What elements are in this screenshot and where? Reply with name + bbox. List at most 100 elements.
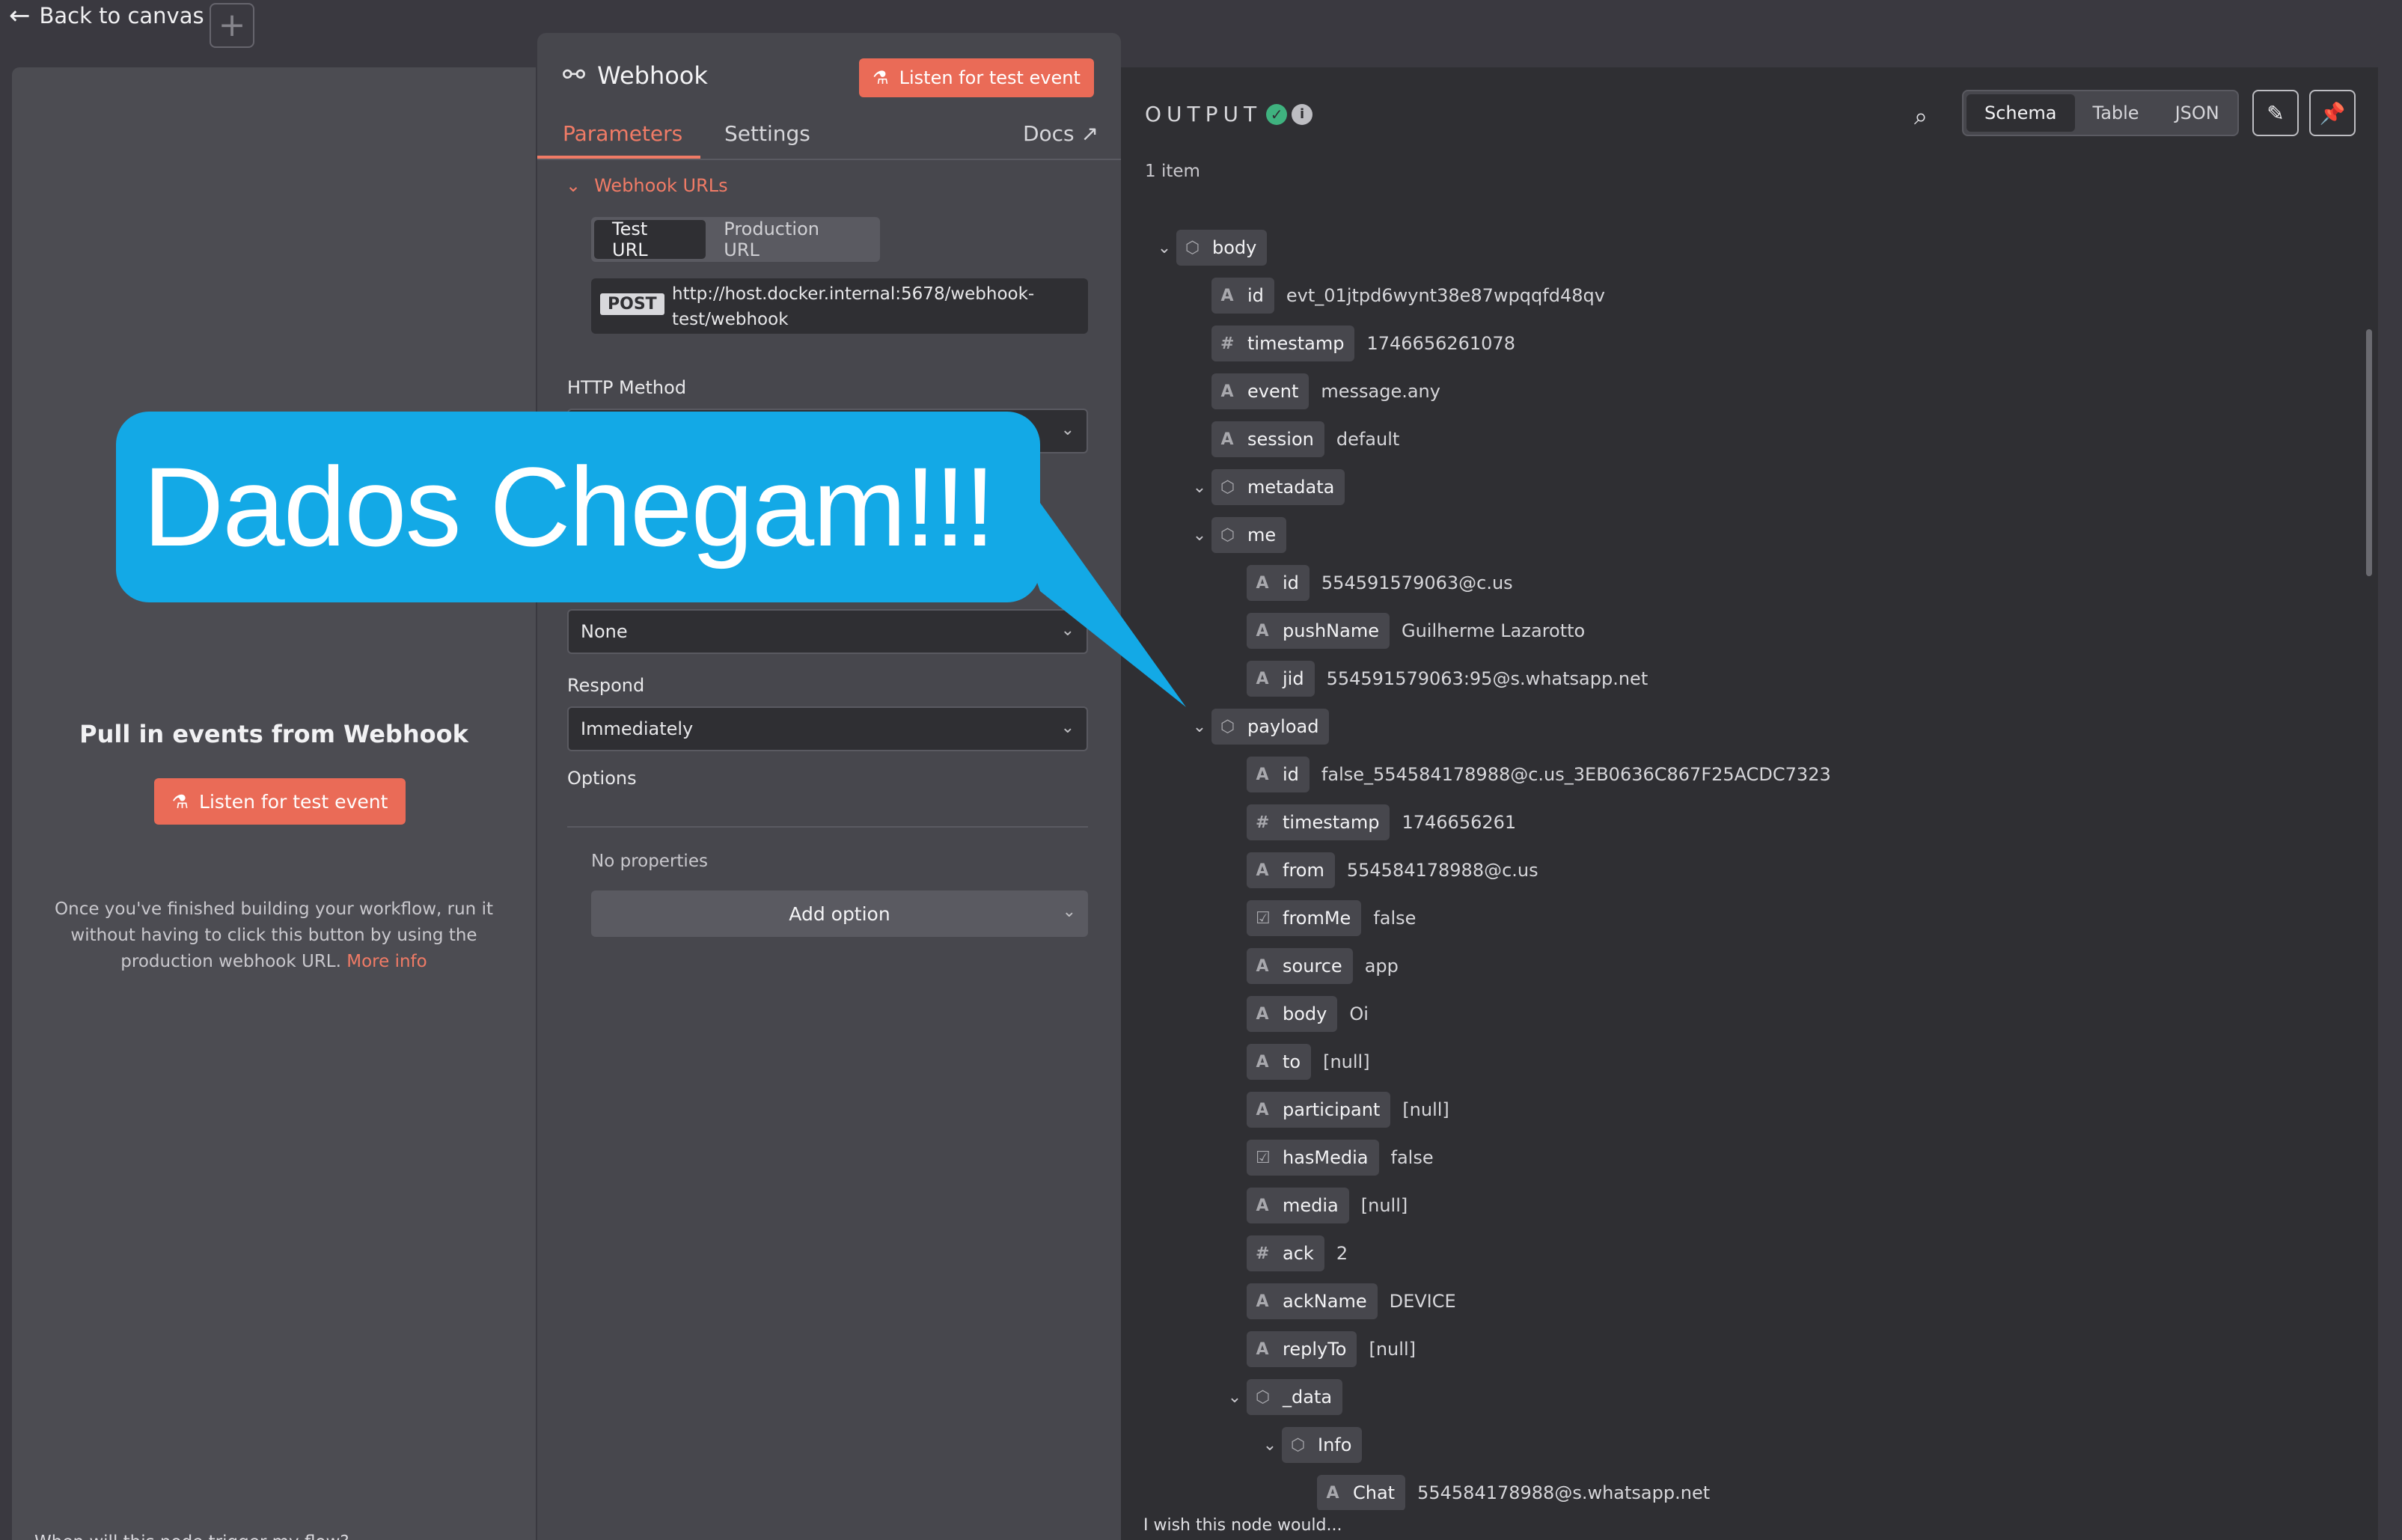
schema-value: app bbox=[1364, 956, 1399, 977]
number-type-icon: # bbox=[1256, 1244, 1270, 1263]
schema-key-pill[interactable]: ⬡ Info bbox=[1282, 1427, 1363, 1463]
schema-key-pill[interactable]: Afrom bbox=[1247, 852, 1335, 888]
schema-key-pill[interactable]: Aparticipant bbox=[1247, 1092, 1391, 1128]
back-to-canvas-link[interactable]: ← Back to canvas bbox=[9, 3, 204, 28]
schema-key-pill[interactable]: Aid bbox=[1247, 565, 1310, 601]
schema-value: 554584178988@c.us bbox=[1346, 860, 1538, 881]
add-node-button[interactable]: + bbox=[210, 3, 254, 48]
tab-settings[interactable]: Settings bbox=[724, 121, 810, 146]
string-type-icon: A bbox=[1326, 1483, 1339, 1503]
schema-row: A Chat 554584178988@s.whatsapp.net bbox=[1293, 1474, 1710, 1512]
schema-view-button[interactable]: Schema bbox=[1966, 94, 2075, 132]
feedback-text[interactable]: I wish this node would... bbox=[1143, 1516, 1342, 1535]
schema-row: Asource app bbox=[1223, 947, 1399, 985]
string-type-icon: A bbox=[1256, 861, 1269, 880]
schema-row: ⌄ ⬡ metadata bbox=[1188, 468, 1345, 506]
chevron-down-icon: ⌄ bbox=[1060, 718, 1075, 737]
schema-key-pill[interactable]: AackName bbox=[1247, 1283, 1378, 1319]
chevron-down-icon[interactable]: ⌄ bbox=[1188, 526, 1211, 545]
trigger-title: Pull in events from Webhook bbox=[79, 720, 468, 748]
schema-key-pill[interactable]: ☑ fromMe bbox=[1247, 900, 1362, 936]
schema-key-pill[interactable]: ⬡ body bbox=[1176, 230, 1268, 266]
schema-key: timestamp bbox=[1247, 333, 1345, 354]
schema-key: session bbox=[1247, 429, 1314, 450]
schema-key-pill[interactable]: Ajid bbox=[1247, 661, 1315, 697]
trigger-description: Once you've finished building your workf… bbox=[49, 896, 498, 975]
schema-row: AackName DEVICE bbox=[1223, 1283, 1456, 1320]
listen-label: Listen for test event bbox=[199, 790, 388, 813]
schema-row: Aid false_554584178988@c.us_3EB0636C867F2… bbox=[1223, 756, 1831, 793]
schema-key-pill[interactable]: Aid bbox=[1247, 757, 1310, 792]
options-divider bbox=[567, 826, 1088, 828]
string-type-icon: A bbox=[1256, 1004, 1269, 1024]
webhook-icon: ⚯ bbox=[563, 60, 586, 91]
schema-key: id bbox=[1247, 285, 1264, 306]
schema-key-pill[interactable]: ⬡ payload bbox=[1211, 709, 1330, 745]
edit-output-button[interactable]: ✎ bbox=[2252, 90, 2299, 136]
schema-row: Abody Oi bbox=[1223, 995, 1369, 1033]
authentication-select[interactable]: None ⌄ bbox=[567, 609, 1088, 654]
scrollbar[interactable] bbox=[2366, 329, 2372, 576]
info-icon[interactable]: i bbox=[1292, 103, 1313, 125]
schema-key-pill[interactable]: ApushName bbox=[1247, 613, 1390, 649]
search-icon[interactable]: ⌕ bbox=[1914, 102, 1928, 131]
respond-select[interactable]: Immediately ⌄ bbox=[567, 706, 1088, 751]
chevron-down-icon[interactable]: ⌄ bbox=[1188, 478, 1211, 497]
schema-key-pill[interactable]: # timestamp bbox=[1247, 804, 1390, 840]
options-label: Options bbox=[567, 768, 637, 789]
schema-key-pill[interactable]: ☑ hasMedia bbox=[1247, 1140, 1379, 1176]
chevron-down-icon[interactable]: ⌄ bbox=[1188, 718, 1211, 736]
schema-key: hasMedia bbox=[1283, 1147, 1369, 1168]
schema-row: Amedia [null] bbox=[1223, 1187, 1408, 1224]
table-view-button[interactable]: Table bbox=[2075, 94, 2157, 132]
webhook-url-box[interactable]: POST http://host.docker.internal:5678/we… bbox=[591, 278, 1088, 334]
schema-key-pill[interactable]: Aid bbox=[1211, 278, 1274, 314]
schema-value: default bbox=[1336, 429, 1400, 450]
string-type-icon: A bbox=[1256, 1100, 1269, 1119]
schema-row: Aid 554591579063@c.us bbox=[1223, 564, 1513, 602]
chevron-down-icon[interactable]: ⌄ bbox=[1223, 1388, 1247, 1407]
authentication-value: None bbox=[581, 621, 628, 642]
schema-row: Asession default bbox=[1188, 421, 1399, 458]
schema-key: metadata bbox=[1247, 477, 1335, 498]
chevron-down-icon[interactable]: ⌄ bbox=[1258, 1436, 1282, 1455]
schema-key-pill[interactable]: ⬡ me bbox=[1211, 517, 1287, 553]
schema-row: # timestamp 1746656261 bbox=[1223, 804, 1516, 841]
trigger-help-toggle[interactable]: When will this node trigger my flow? ⌄ bbox=[34, 1533, 374, 1540]
schema-key-pill[interactable]: Asession bbox=[1211, 421, 1324, 457]
http-method-label: HTTP Method bbox=[567, 377, 687, 398]
output-panel: OUTPUT ✓ i 1 item ⌕ Schema Table JSON ✎ … bbox=[1121, 67, 2378, 1540]
schema-key-pill[interactable]: A Chat bbox=[1317, 1475, 1406, 1511]
webhook-url[interactable]: http://host.docker.internal:5678/webhook… bbox=[672, 281, 1076, 332]
pin-output-button[interactable]: 📌 bbox=[2309, 90, 2356, 136]
tab-parameters[interactable]: Parameters bbox=[563, 121, 682, 146]
chevron-down-icon[interactable]: ⌄ bbox=[1152, 239, 1176, 257]
json-view-button[interactable]: JSON bbox=[2157, 94, 2237, 132]
schema-key: id bbox=[1283, 572, 1299, 593]
schema-key-pill[interactable]: ⬡ _data bbox=[1247, 1379, 1343, 1415]
schema-key: id bbox=[1283, 764, 1299, 785]
schema-key-pill[interactable]: Abody bbox=[1247, 996, 1338, 1032]
docs-link[interactable]: Docs ↗ bbox=[1023, 121, 1098, 146]
schema-key-pill[interactable]: Amedia bbox=[1247, 1188, 1349, 1223]
schema-key-pill[interactable]: ⬡ metadata bbox=[1211, 469, 1345, 505]
schema-key-pill[interactable]: Asource bbox=[1247, 948, 1353, 984]
string-type-icon: A bbox=[1256, 573, 1269, 593]
schema-key-pill[interactable]: # timestamp bbox=[1211, 326, 1355, 361]
schema-row: ☑ hasMedia false bbox=[1223, 1139, 1434, 1176]
add-option-button[interactable]: Add option ⌄ bbox=[591, 890, 1088, 937]
production-url-tab[interactable]: Production URL bbox=[706, 219, 877, 260]
schema-key-pill[interactable]: AreplyTo bbox=[1247, 1331, 1357, 1367]
schema-value: 554591579063@c.us bbox=[1321, 572, 1513, 593]
test-url-tab[interactable]: Test URL bbox=[594, 219, 706, 260]
more-info-link[interactable]: More info bbox=[346, 952, 427, 971]
schema-key: _data bbox=[1283, 1387, 1333, 1408]
listen-test-event-button[interactable]: ⚗ Listen for test event bbox=[154, 778, 406, 825]
webhook-urls-toggle[interactable]: ⌄ Webhook URLs bbox=[566, 175, 728, 196]
schema-key-pill[interactable]: # ack bbox=[1247, 1235, 1324, 1271]
schema-key: timestamp bbox=[1283, 812, 1380, 833]
schema-key-pill[interactable]: Aevent bbox=[1211, 373, 1310, 409]
schema-key-pill[interactable]: Ato bbox=[1247, 1044, 1312, 1080]
listen-test-event-button-header[interactable]: ⚗ Listen for test event bbox=[859, 58, 1094, 97]
arrow-left-icon: ← bbox=[9, 1, 31, 31]
